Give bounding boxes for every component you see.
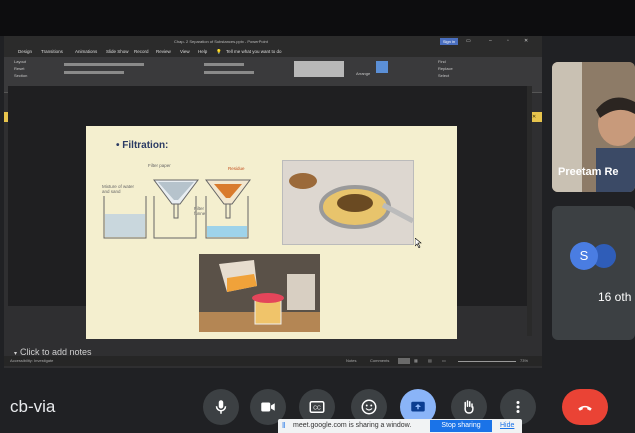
microphone-icon <box>215 400 227 414</box>
banner-close-icon[interactable]: ✕ <box>532 114 536 120</box>
select-button[interactable]: Select <box>438 73 449 78</box>
font-format-controls[interactable] <box>64 71 124 74</box>
close-icon[interactable]: ✕ <box>524 38 528 44</box>
tab-review[interactable]: Review <box>156 49 171 54</box>
section-button[interactable]: Section <box>14 73 27 78</box>
captions-icon: CC <box>309 401 325 413</box>
accessibility-status[interactable]: Accessibility: Investigate <box>10 358 53 363</box>
screen: Chap- 2 Separation of Substances.pptx - … <box>0 0 635 433</box>
ppt-status-bar: Accessibility: Investigate Notes Comment… <box>4 356 542 366</box>
maximize-icon[interactable]: ▫ <box>507 38 509 44</box>
others-count: 16 oth <box>598 290 632 304</box>
present-screen-icon <box>411 401 425 412</box>
ppt-menu-bar: Design Transitions Animations Slide Show… <box>4 47 542 57</box>
pouring-juice-photo <box>199 254 320 332</box>
filtration-diagram <box>103 179 251 239</box>
find-button[interactable]: Find <box>438 59 446 64</box>
share-pause-icon: ‖ <box>282 421 286 430</box>
camera-icon <box>261 402 275 412</box>
others-tile[interactable]: S 16 oth <box>552 206 635 340</box>
zoom-level[interactable]: 73% <box>520 358 528 363</box>
tab-transitions[interactable]: Transitions <box>41 49 63 54</box>
zoom-slider[interactable] <box>458 361 516 362</box>
quick-styles-icon[interactable] <box>376 61 388 73</box>
participant-name: Preetam Re <box>558 166 619 178</box>
microphone-button[interactable] <box>203 389 239 425</box>
hide-share-bar-link[interactable]: Hide <box>500 422 514 429</box>
tab-help[interactable]: Help <box>198 49 207 54</box>
ppt-window-title: Chap- 2 Separation of Substances.pptx - … <box>174 39 268 44</box>
label-residue: Residue <box>228 166 245 171</box>
slide-canvas[interactable]: • Filtration: Filter paper Residue Mixtu… <box>86 126 457 339</box>
reset-button[interactable]: Reset <box>14 66 24 71</box>
paragraph-controls[interactable] <box>204 63 244 66</box>
slide-heading: • Filtration: <box>116 140 169 151</box>
participant-tile-video[interactable]: Preetam Re <box>552 62 635 192</box>
tab-slide-show[interactable]: Slide Show <box>106 49 129 54</box>
tab-animations[interactable]: Animations <box>75 49 97 54</box>
tab-design[interactable]: Design <box>18 49 32 54</box>
mouse-cursor-icon <box>415 238 422 248</box>
reading-view-icon[interactable]: ▤ <box>428 358 432 363</box>
tab-record[interactable]: Record <box>134 49 149 54</box>
label-filter-paper: Filter paper <box>148 163 171 168</box>
leave-call-button[interactable] <box>562 389 608 425</box>
share-message: meet.google.com is sharing a window. <box>293 422 412 429</box>
avatar: S <box>570 242 598 270</box>
meeting-code: cb-via <box>10 397 56 416</box>
tab-view[interactable]: View <box>180 49 190 54</box>
font-controls[interactable] <box>64 63 144 66</box>
slideshow-view-icon[interactable]: ▭ <box>442 358 446 363</box>
vertical-scrollbar[interactable] <box>527 86 532 336</box>
top-bezel <box>0 0 635 36</box>
end-call-icon <box>578 405 592 411</box>
slide-heading-text: Filtration: <box>122 140 169 151</box>
normal-view-icon[interactable] <box>398 358 410 364</box>
layout-button[interactable]: Layout <box>14 59 26 64</box>
ppt-title-bar: Chap- 2 Separation of Substances.pptx - … <box>4 36 542 47</box>
sign-in-button[interactable]: Sign in <box>440 38 458 45</box>
tell-me-search[interactable]: Tell me what you want to do <box>226 49 282 54</box>
ribbon-display-icon[interactable]: ▭ <box>466 38 471 44</box>
comments-toggle-button[interactable]: Comments <box>370 358 389 363</box>
screen-share-bar: ‖ meet.google.com is sharing a window. S… <box>278 419 522 433</box>
sieve-strainer-photo <box>282 160 415 245</box>
minimize-icon[interactable]: – <box>489 38 492 44</box>
arrange-button[interactable]: Arrange <box>356 71 370 76</box>
raise-hand-icon <box>464 400 474 414</box>
lightbulb-icon: 💡 <box>216 49 222 54</box>
paragraph-align-controls[interactable] <box>204 71 254 74</box>
emoji-icon <box>361 399 377 415</box>
stop-sharing-button[interactable]: Stop sharing <box>430 420 492 432</box>
slide-sorter-icon[interactable]: ▦ <box>414 358 418 363</box>
shapes-gallery[interactable] <box>294 61 344 77</box>
more-vert-icon <box>516 401 520 413</box>
notes-toggle-button[interactable]: Notes <box>346 358 356 363</box>
svg-text:CC: CC <box>313 405 321 411</box>
replace-button[interactable]: Replace <box>438 66 453 71</box>
